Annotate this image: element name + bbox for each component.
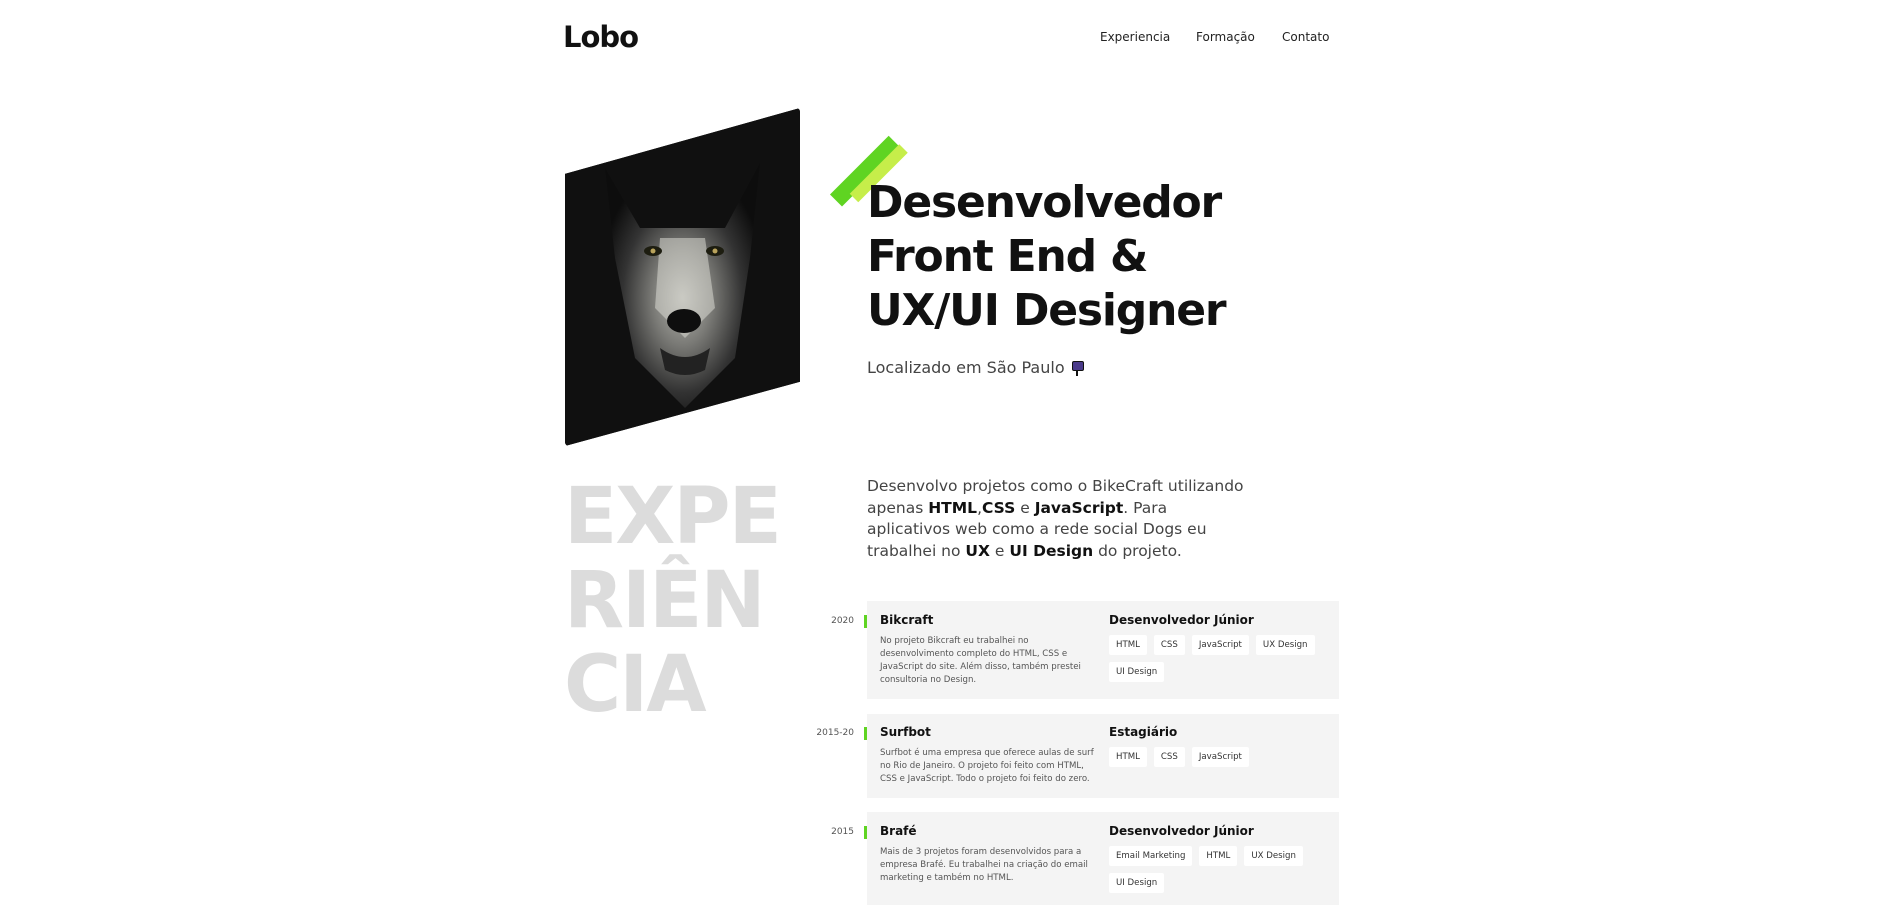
experience-role: Desenvolvedor Júnior [1109,824,1254,838]
tech-tag: UI Design [1109,873,1165,893]
intro-text: do projeto. [1093,541,1182,560]
experience-title: Surfbot [880,725,931,739]
tech-tag: CSS [1153,635,1185,655]
location-text: Localizado em São Paulo [867,358,1084,377]
tech-tag: JavaScript [1191,635,1249,655]
wolf-image [565,108,800,446]
section-title-line: RIÊN [564,556,766,646]
nav-link-experiencia[interactable]: Experiencia [1100,30,1170,44]
intro-highlight: CSS [982,498,1016,517]
experience-role: Desenvolvedor Júnior [1109,613,1254,627]
experience-title: Bikcraft [880,613,934,627]
intro-highlight: HTML [928,498,978,517]
tech-tag: UI Design [1109,662,1165,682]
experience-description: No projeto Bikcraft eu trabalhei no dese… [880,636,1081,685]
section-title-line: EXPE [564,472,782,562]
experience-card-bikcraft: Bikcraft No projeto Bikcraft eu trabalhe… [867,601,1339,699]
intro-highlight: UI Design [1009,541,1094,560]
hero-title: Desenvolvedor Front End & UX/UI Designer [867,176,1267,338]
intro-text: e [989,541,1010,560]
hero-title-line: Desenvolvedor [867,177,1222,228]
tech-tag: UX Design [1244,846,1303,866]
tech-tag: HTML [1109,747,1147,767]
tech-tag: HTML [1109,635,1147,655]
wolf-photo [565,108,800,446]
hero-title-line: Front End & [867,231,1148,282]
location-label: Localizado em São Paulo [867,358,1065,377]
tag-list: HTML CSS JavaScript UX Design UI Design [1109,635,1329,689]
intro-highlight: JavaScript [1034,498,1124,517]
tech-tag: JavaScript [1191,747,1249,767]
tag-list: HTML CSS JavaScript [1109,747,1329,774]
nav-link-contato[interactable]: Contato [1282,30,1329,44]
section-title-line: CIA [564,640,707,730]
experience-card-brafe: Brafé Mais de 3 projetos foram desenvolv… [867,812,1339,905]
experience-role: Estagiário [1109,725,1178,739]
experience-year: 2015-20 [816,728,854,738]
nav-link-formacao[interactable]: Formação [1196,30,1255,44]
experience-card-surfbot: Surfbot Surfbot é uma empresa que oferec… [867,714,1339,798]
experience-year: 2015 [831,827,854,837]
section-title-experiencia: EXPE RIÊN CIA [564,472,782,730]
hero-title-line: UX/UI Designer [867,285,1227,336]
site-logo[interactable]: Lobo [563,20,639,54]
tag-list: Email Marketing HTML UX Design UI Design [1109,846,1329,900]
tech-tag: HTML [1199,846,1238,866]
tech-tag: CSS [1153,747,1185,767]
experience-intro: Desenvolvo projetos como o BikeCraft uti… [867,476,1247,562]
experience-year: 2020 [831,616,854,626]
experience-description: Surfbot é uma empresa que oferece aulas … [880,748,1094,784]
tech-tag: Email Marketing [1109,846,1193,866]
experience-description: Mais de 3 projetos foram desenvolvidos p… [880,847,1088,883]
experience-title: Brafé [880,824,917,838]
signpost-icon [1071,361,1084,376]
intro-text: e [1015,498,1035,517]
tech-tag: UX Design [1255,635,1315,655]
intro-highlight: UX [965,541,990,560]
